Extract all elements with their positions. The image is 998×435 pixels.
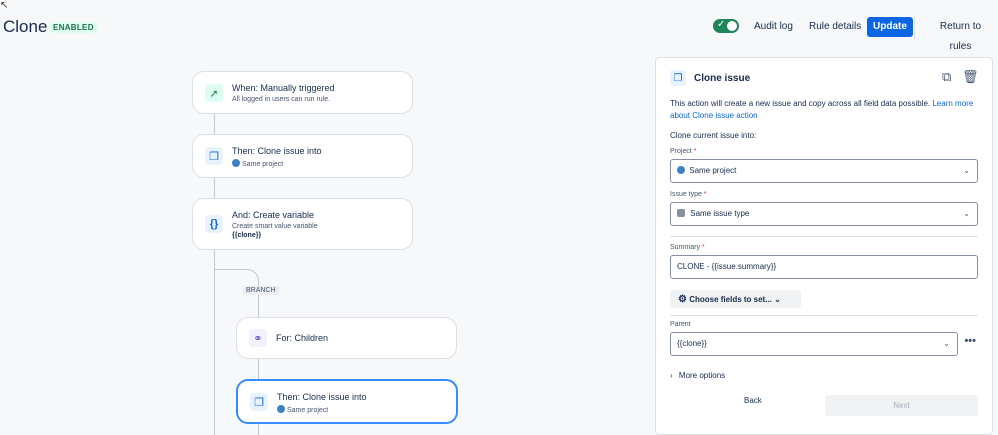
copy-icon: ❐ <box>205 147 223 165</box>
check-icon: ✓ <box>717 19 726 30</box>
gear-icon: ⚙ <box>678 294 687 305</box>
chevron-right-icon: › <box>670 371 673 380</box>
panel-description: This action will create a new issue and … <box>670 98 980 122</box>
back-button[interactable]: Back <box>738 395 768 406</box>
divider <box>670 315 978 316</box>
create-variable-node[interactable]: {} And: Create variable Create smart val… <box>192 198 413 250</box>
clone-issue-panel: ❐ Clone issue ⧉ 🗑 This action will creat… <box>655 57 993 435</box>
node-title: When: Manually triggered <box>232 83 335 93</box>
duplicate-icon[interactable]: ⧉ <box>942 69 951 85</box>
choose-fields-button[interactable]: ⚙ Choose fields to set... ⌄ <box>670 290 801 308</box>
project-select[interactable]: Same project ⌄ <box>670 159 978 183</box>
issue-type-label: Issue type <box>670 191 702 198</box>
return-to-rules-button[interactable]: Return to rules <box>923 17 998 52</box>
clone-into-label: Clone current issue into: <box>670 131 757 140</box>
toggle-knob <box>727 21 737 31</box>
update-button[interactable]: Update <box>867 17 913 37</box>
parent-label: Parent <box>670 321 691 328</box>
project-globe-icon <box>277 405 285 413</box>
project-select-value: Same project <box>689 166 737 175</box>
chevron-down-icon: ⌄ <box>774 295 781 304</box>
project-label: Project <box>670 148 692 155</box>
node-title: And: Create variable <box>232 210 315 220</box>
required-mark: * <box>703 191 707 198</box>
project-globe-icon <box>677 166 685 174</box>
more-options-toggle[interactable]: › More options <box>670 371 725 380</box>
required-mark: * <box>701 244 705 251</box>
node-subtitle: All logged in users can run rule. <box>232 96 331 103</box>
required-mark: * <box>693 148 697 155</box>
branch-label: BRANCH <box>243 286 279 295</box>
copy-icon: ❐ <box>670 70 686 86</box>
issue-type-select-value: Same issue type <box>690 209 750 218</box>
clone-issue-node-selected[interactable]: ❐ Then: Clone issue into Same project <box>236 379 458 424</box>
next-button[interactable]: Next <box>825 395 978 416</box>
connector-line <box>258 423 259 435</box>
page-title: Clone <box>3 17 48 36</box>
mouse-cursor-icon: ↖ <box>0 0 9 11</box>
project-globe-icon <box>232 159 240 167</box>
more-options-label: More options <box>678 371 726 380</box>
cursor-click-icon: ➚ <box>205 84 223 102</box>
divider <box>670 236 978 237</box>
issue-type-select[interactable]: Same issue type ⌄ <box>670 202 978 226</box>
rule-details-button[interactable]: Rule details <box>803 17 867 37</box>
chevron-down-icon: ⌄ <box>943 339 950 348</box>
braces-icon: {} <box>205 215 223 233</box>
rule-enabled-toggle[interactable]: ✓ <box>713 19 739 33</box>
summary-input[interactable]: CLONE - {{issue.summary}} <box>670 255 978 279</box>
node-title: Then: Clone issue into <box>232 146 322 156</box>
status-badge: ENABLED <box>50 22 97 33</box>
trigger-node[interactable]: ➚ When: Manually triggered All logged in… <box>192 71 413 114</box>
connector-line <box>214 178 215 198</box>
hierarchy-icon: ⚭ <box>249 329 267 347</box>
node-title: For: Children <box>276 333 329 343</box>
node-subtitle: Same project <box>242 161 284 168</box>
summary-input-value: CLONE - {{issue.summary}} <box>677 262 777 271</box>
parent-select-value: {{clone}} <box>677 339 707 348</box>
description-text: This action will create a new issue and … <box>670 99 933 108</box>
trash-icon[interactable]: 🗑 <box>962 69 979 85</box>
variable-value: {{clone}} <box>232 232 262 239</box>
panel-title: Clone issue <box>694 73 751 84</box>
more-actions-icon[interactable]: ••• <box>964 335 976 347</box>
for-children-node[interactable]: ⚭ For: Children <box>236 317 457 359</box>
header-divider <box>914 15 915 39</box>
choose-fields-label: Choose fields to set... <box>689 295 772 304</box>
parent-select[interactable]: {{clone}} ⌄ <box>670 332 958 356</box>
audit-log-button[interactable]: Audit log <box>748 17 799 37</box>
issue-type-icon <box>677 209 685 217</box>
node-subtitle: Same project <box>287 407 329 414</box>
summary-label: Summary <box>670 244 700 251</box>
copy-icon: ❐ <box>250 393 268 411</box>
clone-issue-node[interactable]: ❐ Then: Clone issue into Same project <box>192 134 413 178</box>
chevron-down-icon: ⌄ <box>963 166 970 175</box>
node-title: Then: Clone issue into <box>277 392 367 402</box>
connector-line <box>258 359 259 379</box>
chevron-down-icon: ⌄ <box>963 209 970 218</box>
connector-line <box>214 114 215 134</box>
node-subtitle: Create smart value variable <box>232 223 318 230</box>
